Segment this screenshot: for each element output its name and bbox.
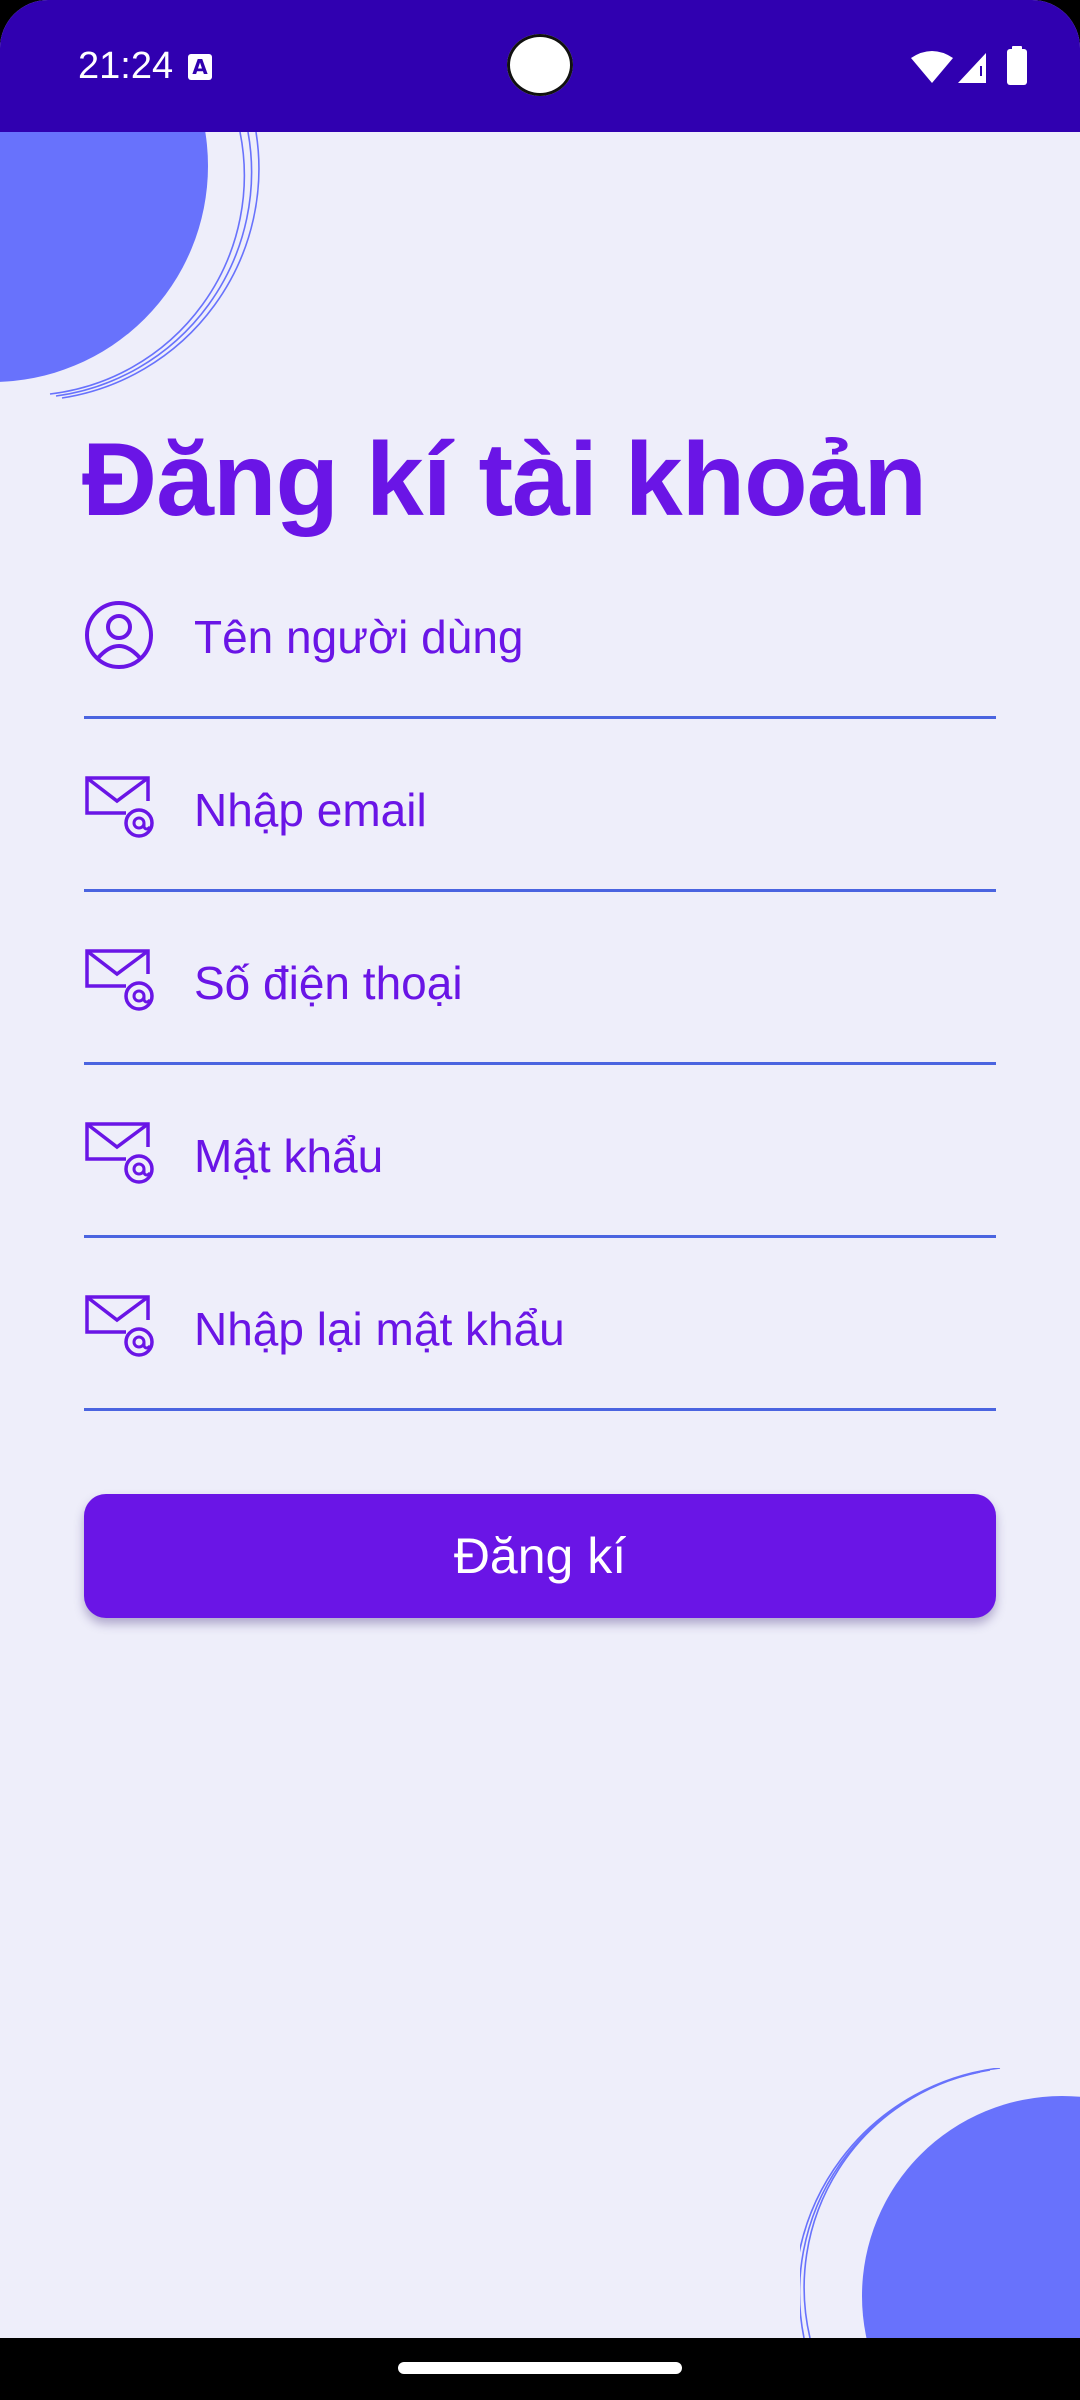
mail-at-icon <box>85 1122 154 1184</box>
username-field[interactable] <box>84 600 996 719</box>
phone-input[interactable] <box>194 952 984 1014</box>
email-input[interactable] <box>194 779 984 841</box>
password-field[interactable] <box>84 1119 996 1238</box>
decorative-circle-top-left <box>0 132 260 399</box>
registration-screen: 21:24 A Đăng kí tài khoản Tên người dùng… <box>0 0 1080 2400</box>
status-time: 21:24 <box>78 45 174 87</box>
email-field[interactable] <box>84 773 996 892</box>
register-button[interactable]: Đăng kí <box>84 1494 996 1618</box>
navigation-bar <box>0 2338 1080 2400</box>
page-title: Đăng kí tài khoản <box>82 422 927 538</box>
password-input[interactable] <box>194 1125 984 1187</box>
phone-field[interactable] <box>84 946 996 1065</box>
camera-cutout <box>507 34 573 96</box>
wifi-icon <box>911 51 953 83</box>
username-input[interactable] <box>194 606 984 668</box>
confirm-password-input[interactable] <box>194 1298 984 1360</box>
confirm-password-field[interactable] <box>84 1292 996 1411</box>
battery-icon <box>1007 46 1027 85</box>
decorative-circle-bottom-right <box>800 2068 1080 2338</box>
mail-at-icon <box>85 949 154 1011</box>
signal-icon <box>958 53 988 83</box>
mail-at-icon <box>85 1295 154 1357</box>
status-bar: 21:24 A <box>0 0 1080 132</box>
user-circle-icon <box>85 601 153 669</box>
mail-at-icon <box>85 776 154 838</box>
home-indicator[interactable] <box>398 2362 682 2374</box>
status-icons <box>910 46 1030 88</box>
a-box-icon: A <box>188 54 212 80</box>
